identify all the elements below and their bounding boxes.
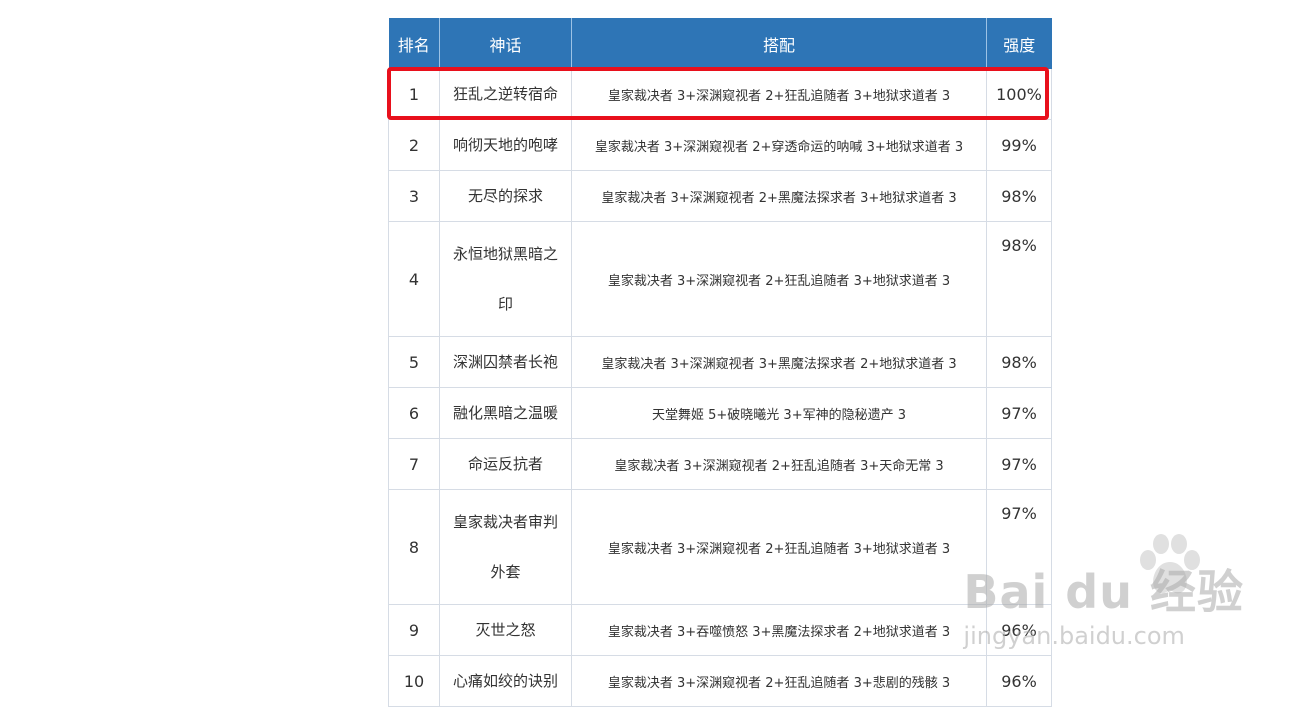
power-cell: 100% (986, 69, 1052, 120)
combo-cell: 皇家裁决者 3+深渊窥视者 3+黑魔法探求者 2+地狱求道者 3 (571, 336, 987, 388)
power-cell: 98% (986, 221, 1052, 337)
rank-cell: 7 (388, 438, 440, 490)
combo-cell: 皇家裁决者 3+深渊窥视者 2+狂乱追随者 3+地狱求道者 3 (571, 489, 987, 605)
power-cell: 98% (986, 336, 1052, 388)
table-row: 7 命运反抗者 皇家裁决者 3+深渊窥视者 2+狂乱追随者 3+天命无常 3 9… (388, 438, 1052, 490)
power-cell: 99% (986, 119, 1052, 171)
rank-cell: 9 (388, 604, 440, 656)
baidu-watermark: Bai du 经验 jingyan.baidu.com (963, 556, 1244, 650)
myth-cell: 皇家裁决者审判外套 (439, 489, 572, 605)
combo-cell: 皇家裁决者 3+深渊窥视者 2+狂乱追随者 3+天命无常 3 (571, 438, 987, 490)
myth-cell: 融化黑暗之温暖 (439, 387, 572, 439)
myth-cell: 灭世之怒 (439, 604, 572, 656)
table-row: 9 灭世之怒 皇家裁决者 3+吞噬愤怒 3+黑魔法探求者 2+地狱求道者 3 9… (388, 604, 1052, 656)
table-row: 2 响彻天地的咆哮 皇家裁决者 3+深渊窥视者 2+穿透命运的呐喊 3+地狱求道… (388, 119, 1052, 171)
myth-cell: 心痛如绞的诀别 (439, 655, 572, 707)
rank-cell: 6 (388, 387, 440, 439)
power-cell: 96% (986, 655, 1052, 707)
header-rank: 排名 (388, 18, 440, 69)
rank-cell: 10 (388, 655, 440, 707)
power-cell: 98% (986, 170, 1052, 222)
rank-cell: 1 (388, 69, 440, 120)
combo-cell: 皇家裁决者 3+深渊窥视者 2+穿透命运的呐喊 3+地狱求道者 3 (571, 119, 987, 171)
power-cell: 97% (986, 387, 1052, 439)
table-row: 5 深渊囚禁者长袍 皇家裁决者 3+深渊窥视者 3+黑魔法探求者 2+地狱求道者… (388, 336, 1052, 388)
combo-cell: 皇家裁决者 3+深渊窥视者 2+黑魔法探求者 3+地狱求道者 3 (571, 170, 987, 222)
combo-cell: 皇家裁决者 3+吞噬愤怒 3+黑魔法探求者 2+地狱求道者 3 (571, 604, 987, 656)
table-row: 4 永恒地狱黑暗之印 皇家裁决者 3+深渊窥视者 2+狂乱追随者 3+地狱求道者… (388, 221, 1052, 337)
table-row: 3 无尽的探求 皇家裁决者 3+深渊窥视者 2+黑魔法探求者 3+地狱求道者 3… (388, 170, 1052, 222)
combo-cell: 天堂舞姬 5+破晓曦光 3+军神的隐秘遗产 3 (571, 387, 987, 439)
header-myth: 神话 (439, 18, 572, 69)
ranking-table-container: 排名 神话 搭配 强度 1 狂乱之逆转宿命 皇家裁决者 3+深渊窥视者 2+狂乱… (388, 18, 1052, 707)
combo-cell: 皇家裁决者 3+深渊窥视者 2+狂乱追随者 3+悲剧的残骸 3 (571, 655, 987, 707)
myth-cell: 狂乱之逆转宿命 (439, 69, 572, 120)
myth-cell: 命运反抗者 (439, 438, 572, 490)
watermark-logo-text: Bai du 经验 (963, 565, 1244, 619)
combo-cell: 皇家裁决者 3+深渊窥视者 2+狂乱追随者 3+地狱求道者 3 (571, 69, 987, 120)
header-combo: 搭配 (571, 18, 987, 69)
table-row: 10 心痛如绞的诀别 皇家裁决者 3+深渊窥视者 2+狂乱追随者 3+悲剧的残骸… (388, 655, 1052, 707)
rank-cell: 2 (388, 119, 440, 171)
header-power: 强度 (986, 18, 1052, 69)
myth-cell: 无尽的探求 (439, 170, 572, 222)
table-row: 6 融化黑暗之温暖 天堂舞姬 5+破晓曦光 3+军神的隐秘遗产 3 97% (388, 387, 1052, 439)
table-row: 8 皇家裁决者审判外套 皇家裁决者 3+深渊窥视者 2+狂乱追随者 3+地狱求道… (388, 489, 1052, 605)
myth-cell: 深渊囚禁者长袍 (439, 336, 572, 388)
rank-cell: 3 (388, 170, 440, 222)
combo-cell: 皇家裁决者 3+深渊窥视者 2+狂乱追随者 3+地狱求道者 3 (571, 221, 987, 337)
table-row: 1 狂乱之逆转宿命 皇家裁决者 3+深渊窥视者 2+狂乱追随者 3+地狱求道者 … (388, 69, 1052, 120)
myth-cell: 响彻天地的咆哮 (439, 119, 572, 171)
rank-cell: 4 (388, 221, 440, 337)
table-header-row: 排名 神话 搭配 强度 (388, 18, 1052, 69)
myth-ranking-table: 排名 神话 搭配 强度 1 狂乱之逆转宿命 皇家裁决者 3+深渊窥视者 2+狂乱… (388, 18, 1052, 707)
rank-cell: 5 (388, 336, 440, 388)
myth-cell: 永恒地狱黑暗之印 (439, 221, 572, 337)
power-cell: 97% (986, 438, 1052, 490)
watermark-url: jingyan.baidu.com (963, 622, 1185, 650)
rank-cell: 8 (388, 489, 440, 605)
